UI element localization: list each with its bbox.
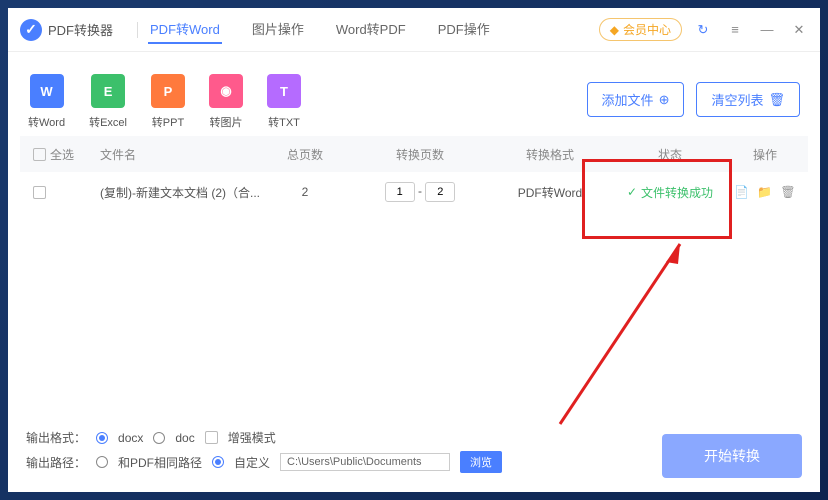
col-format: 转换格式: [490, 146, 610, 163]
format-txt[interactable]: T 转TXT: [267, 74, 301, 130]
ppt-icon: P: [151, 74, 185, 108]
check-circle-icon: ✓: [627, 185, 637, 199]
top-actions: 添加文件 ⊕ 清空列表 🗑: [587, 82, 800, 117]
txt-icon: T: [267, 74, 301, 108]
diamond-icon: ◆: [610, 23, 619, 37]
cell-status: ✓ 文件转换成功: [610, 184, 730, 201]
format-image[interactable]: ◉ 转图片: [209, 74, 243, 130]
arrow-annotation: [540, 224, 720, 444]
window-controls: ↻ ≡ — ✕: [694, 21, 808, 39]
col-convert-pages: 转换页数: [350, 146, 490, 163]
format-label: 转图片: [210, 117, 243, 129]
col-status: 状态: [610, 146, 730, 163]
open-file-icon[interactable]: 📄: [734, 185, 749, 199]
page-to-input[interactable]: [425, 182, 455, 202]
logo-icon: ✓: [20, 19, 42, 41]
app-logo: ✓ PDF转换器: [20, 19, 113, 41]
output-format-label: 输出格式：: [26, 429, 86, 446]
row-checkbox[interactable]: [33, 186, 46, 199]
format-label: 转PPT: [152, 117, 184, 129]
cell-ops: 📄 📁 🗑: [730, 185, 800, 199]
format-label: 转Word: [28, 117, 65, 129]
clear-list-button[interactable]: 清空列表 🗑: [696, 82, 800, 117]
trash-icon: 🗑: [768, 92, 785, 108]
checkbox-label: 增强模式: [228, 429, 276, 446]
radio-doc[interactable]: [153, 432, 165, 444]
titlebar: ✓ PDF转换器 PDF转Word 图片操作 Word转PDF PDF操作 ◆ …: [8, 8, 820, 52]
table-row: (复制)-新建文本文档 (2)（合... 2 - PDF转Word ✓ 文件转换成…: [20, 172, 808, 212]
format-excel[interactable]: E 转Excel: [89, 74, 127, 130]
format-label: 转TXT: [268, 117, 300, 129]
col-filename: 文件名: [100, 146, 260, 163]
tab-word-to-pdf[interactable]: Word转PDF: [334, 15, 408, 44]
image-icon: ◉: [209, 74, 243, 108]
format-label: 转Excel: [89, 117, 127, 129]
refresh-icon[interactable]: ↻: [694, 21, 712, 39]
radio-same-path[interactable]: [96, 456, 108, 468]
vip-label: 会员中心: [623, 21, 671, 38]
radio-label: docx: [118, 431, 143, 445]
plus-icon: ⊕: [659, 92, 670, 108]
format-word[interactable]: W 转Word: [28, 74, 65, 130]
page-from-input[interactable]: [385, 182, 415, 202]
enhanced-mode-checkbox[interactable]: [205, 431, 218, 444]
start-convert-button[interactable]: 开始转换: [662, 434, 802, 478]
browse-button[interactable]: 浏览: [460, 451, 502, 473]
radio-label: 自定义: [234, 454, 270, 471]
footer: 输出格式： docx doc 增强模式 输出路径： 和PDF相同路径 自定义 C…: [8, 414, 820, 492]
cell-filename: (复制)-新建文本文档 (2)（合...: [100, 184, 260, 201]
cell-page-range: -: [350, 182, 490, 202]
tab-pdf-to-word[interactable]: PDF转Word: [148, 15, 222, 44]
add-file-button[interactable]: 添加文件 ⊕: [587, 82, 685, 117]
status-text: 文件转换成功: [641, 184, 713, 201]
app-title: PDF转换器: [48, 20, 113, 39]
divider: [137, 22, 138, 38]
cell-pages: 2: [260, 185, 350, 199]
tab-pdf-ops[interactable]: PDF操作: [436, 15, 492, 44]
close-icon[interactable]: ✕: [790, 21, 808, 39]
col-select: 全选: [50, 146, 100, 163]
table-header: 全选 文件名 总页数 转换页数 转换格式 状态 操作: [20, 136, 808, 172]
word-icon: W: [30, 74, 64, 108]
button-label: 添加文件: [602, 90, 654, 109]
radio-label: doc: [175, 431, 194, 445]
tab-image-ops[interactable]: 图片操作: [250, 15, 306, 44]
radio-label: 和PDF相同路径: [118, 454, 202, 471]
radio-custom-path[interactable]: [212, 456, 224, 468]
path-input[interactable]: C:\Users\Public\Documents: [280, 453, 450, 471]
app-window: ✓ PDF转换器 PDF转Word 图片操作 Word转PDF PDF操作 ◆ …: [8, 8, 820, 492]
select-all-checkbox[interactable]: [33, 148, 46, 161]
format-ppt[interactable]: P 转PPT: [151, 74, 185, 130]
col-total-pages: 总页数: [260, 146, 350, 163]
cell-format: PDF转Word: [490, 184, 610, 201]
open-folder-icon[interactable]: 📁: [757, 185, 772, 199]
button-label: 清空列表: [711, 90, 763, 109]
menu-icon[interactable]: ≡: [726, 21, 744, 39]
col-ops: 操作: [730, 146, 800, 163]
vip-button[interactable]: ◆ 会员中心: [599, 18, 682, 41]
content-area: W 转Word E 转Excel P 转PPT ◉ 转图片 T 转TXT 添加文件 ⊕ 清空…: [20, 64, 808, 402]
excel-icon: E: [91, 74, 125, 108]
main-tabs: PDF转Word 图片操作 Word转PDF PDF操作: [148, 15, 599, 44]
radio-docx[interactable]: [96, 432, 108, 444]
minimize-icon[interactable]: —: [758, 21, 776, 39]
delete-row-icon[interactable]: 🗑: [780, 185, 795, 199]
output-path-label: 输出路径：: [26, 454, 86, 471]
